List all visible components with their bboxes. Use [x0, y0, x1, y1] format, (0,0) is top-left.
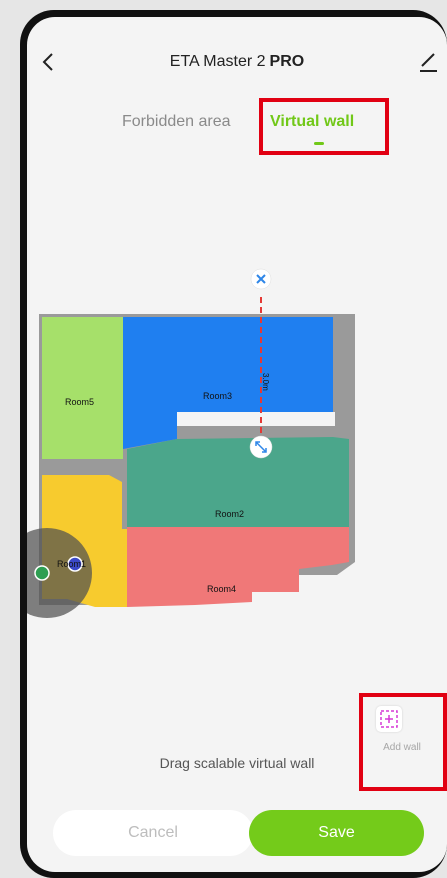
hint-text: Drag scalable virtual wall [159, 755, 315, 771]
room-label-room2: Room2 [215, 509, 244, 519]
add-wall-icon[interactable] [376, 706, 402, 732]
dock-icon [34, 565, 50, 581]
save-button[interactable]: Save [249, 810, 424, 856]
add-wall-label[interactable]: Add wall [362, 742, 442, 753]
virtual-wall-length: 3.0m [261, 373, 270, 391]
app-screen: ETA Master 2 PRO Forbidden area Virtual w… [27, 17, 447, 872]
cancel-button[interactable]: Cancel [53, 810, 253, 856]
room-label-room1: Room1 [57, 559, 86, 569]
room-label-room4: Room4 [207, 584, 236, 594]
corridor-notch [177, 412, 335, 426]
room-label-room5: Room5 [65, 397, 94, 407]
phone-frame: ETA Master 2 PRO Forbidden area Virtual w… [20, 10, 447, 878]
room5-area [42, 317, 123, 459]
room-label-room3: Room3 [203, 391, 232, 401]
